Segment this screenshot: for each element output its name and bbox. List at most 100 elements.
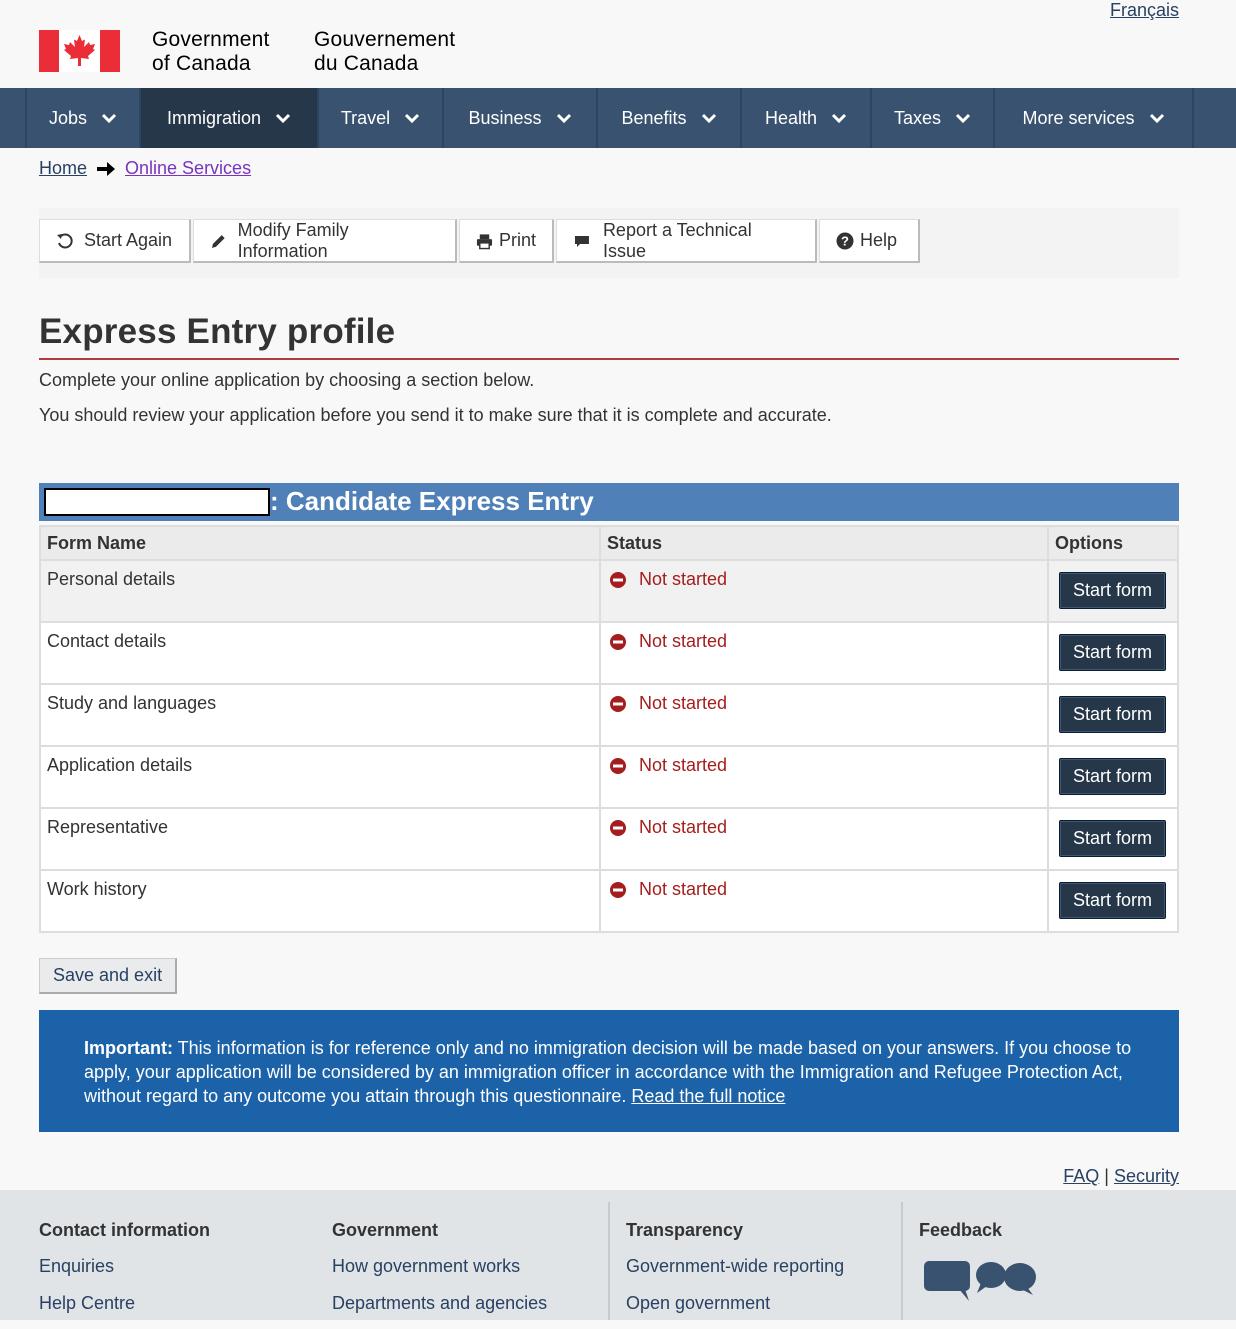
important-notice: Important: This information is for refer… [39,1010,1179,1132]
breadcrumb-online-services-link[interactable]: Online Services [125,158,251,179]
start-form-button[interactable]: Start form [1059,820,1167,857]
modify-family-button[interactable]: Modify Family Information [193,219,457,263]
modify-family-label: Modify Family Information [237,219,349,261]
start-again-button[interactable]: Start Again [39,219,191,263]
refresh-icon [57,232,73,248]
forms-table: Form Name Status Options Personal detail… [39,525,1179,933]
read-full-notice-link[interactable]: Read the full notice [631,1086,785,1106]
chevron-down-icon [955,113,971,124]
menu-item-immigration[interactable]: Immigration [141,88,319,148]
options-cell: Start form [1047,559,1179,623]
status-text: Not started [639,817,728,837]
pencil-icon [211,234,225,248]
chevron-down-icon [275,113,291,124]
form-name-cell: Personal details [39,559,601,623]
notice-label: Important: [84,1038,173,1058]
form-name-cell: Study and languages [39,683,601,747]
comment-icon [574,235,589,247]
table-row: Contact details Not started Start form [39,621,1179,685]
footer-government-column: Government How government works Departme… [332,1220,547,1329]
panel-heading: : Candidate Express Entry [39,483,1179,521]
link-separator: | [1099,1166,1114,1186]
footer-link-open-government[interactable]: Open government [626,1292,844,1315]
column-header-form-name: Form Name [39,525,601,561]
page-title: Express Entry profile [39,312,396,351]
options-cell: Start form [1047,621,1179,685]
start-form-button[interactable]: Start form [1059,572,1167,609]
footer-contact-heading: Contact information [39,1220,210,1240]
table-row: Application details Not started Start fo… [39,745,1179,809]
not-started-icon [610,695,626,712]
brand-english: Government of Canada [152,28,270,76]
options-cell: Start form [1047,745,1179,809]
menu-item-taxes[interactable]: Taxes [872,88,995,148]
title-underline [39,358,1179,360]
toolbar: Start Again Modify Family Information Pr… [39,208,1179,278]
breadcrumb-home-link[interactable]: Home [39,158,87,179]
footer-contact-column: Contact information Enquiries Help Centr… [39,1220,210,1329]
start-form-button[interactable]: Start form [1059,758,1167,795]
print-button[interactable]: Print [459,219,554,263]
status-cell: Not started [599,745,1049,809]
table-row: Representative Not started Start form [39,807,1179,871]
column-header-status: Status [599,525,1049,561]
status-cell: Not started [599,807,1049,871]
menu-item-benefits[interactable]: Benefits [598,88,742,148]
status-text: Not started [639,569,728,589]
menu-label: More services [1022,107,1135,128]
help-button[interactable]: ? Help [819,219,920,263]
column-header-options: Options [1047,525,1179,561]
footer-feedback-heading[interactable]: Feedback [919,1220,1039,1241]
footer-link-enquiries[interactable]: Enquiries [39,1255,210,1278]
footer-divider [901,1202,903,1320]
table-row: Study and languages Not started Start fo… [39,683,1179,747]
form-name-cell: Application details [39,745,601,809]
form-name-cell: Representative [39,807,601,871]
menu-label: Health [764,107,818,128]
start-form-button[interactable]: Start form [1059,882,1167,919]
svg-text:?: ? [841,233,849,248]
start-form-button[interactable]: Start form [1059,634,1167,671]
table-row: Work history Not started Start form [39,869,1179,933]
status-text: Not started [639,755,728,775]
save-and-exit-button[interactable]: Save and exit [39,958,178,994]
panel-title: : Candidate Express Entry [270,486,594,516]
review-text: You should review your application befor… [39,405,832,425]
menu-label: Travel [340,107,391,128]
footer-link-reporting[interactable]: Government-wide reporting [626,1255,844,1278]
status-cell: Not started [599,869,1049,933]
footer-link-how-government-works[interactable]: How government works [332,1255,547,1278]
menu-label: Taxes [893,107,942,128]
start-form-button[interactable]: Start form [1059,696,1167,733]
menu-item-business[interactable]: Business [444,88,598,148]
status-text: Not started [639,693,728,713]
report-issue-button[interactable]: Report a Technical Issue [556,219,817,263]
menu-item-travel[interactable]: Travel [319,88,444,148]
footer-link-help-centre[interactable]: Help Centre [39,1292,210,1315]
printer-icon [476,233,493,249]
brand-fr-line2: du Canada [314,52,419,75]
brand-fr-line1: Gouvernement [314,28,456,51]
menu-label: Immigration [166,107,262,128]
security-link[interactable]: Security [1114,1166,1179,1186]
not-started-icon [610,633,626,650]
brand-en-line2: of Canada [152,52,251,75]
options-cell: Start form [1047,869,1179,933]
footer-government-heading: Government [332,1220,439,1240]
chevron-down-icon [1149,113,1164,124]
menu-label: Benefits [621,107,687,128]
government-brand[interactable]: Government of Canada Gouvernement du Can… [39,28,455,75]
footer-divider [608,1202,610,1320]
menu-item-health[interactable]: Health [742,88,872,148]
chevron-down-icon [701,113,716,124]
arrow-right-icon [97,161,116,176]
main-menu: Jobs Immigration Travel Business Benefit… [0,88,1236,148]
language-toggle-link[interactable]: Français [1110,0,1179,21]
feedback-chat-icon[interactable] [919,1255,1039,1303]
menu-item-jobs[interactable]: Jobs [25,88,141,148]
chevron-down-icon [556,113,571,124]
footer-feedback-column: Feedback [919,1220,1039,1303]
menu-item-more-services[interactable]: More services [995,88,1194,148]
footer-link-departments[interactable]: Departments and agencies [332,1292,547,1315]
faq-link[interactable]: FAQ [1063,1166,1099,1186]
